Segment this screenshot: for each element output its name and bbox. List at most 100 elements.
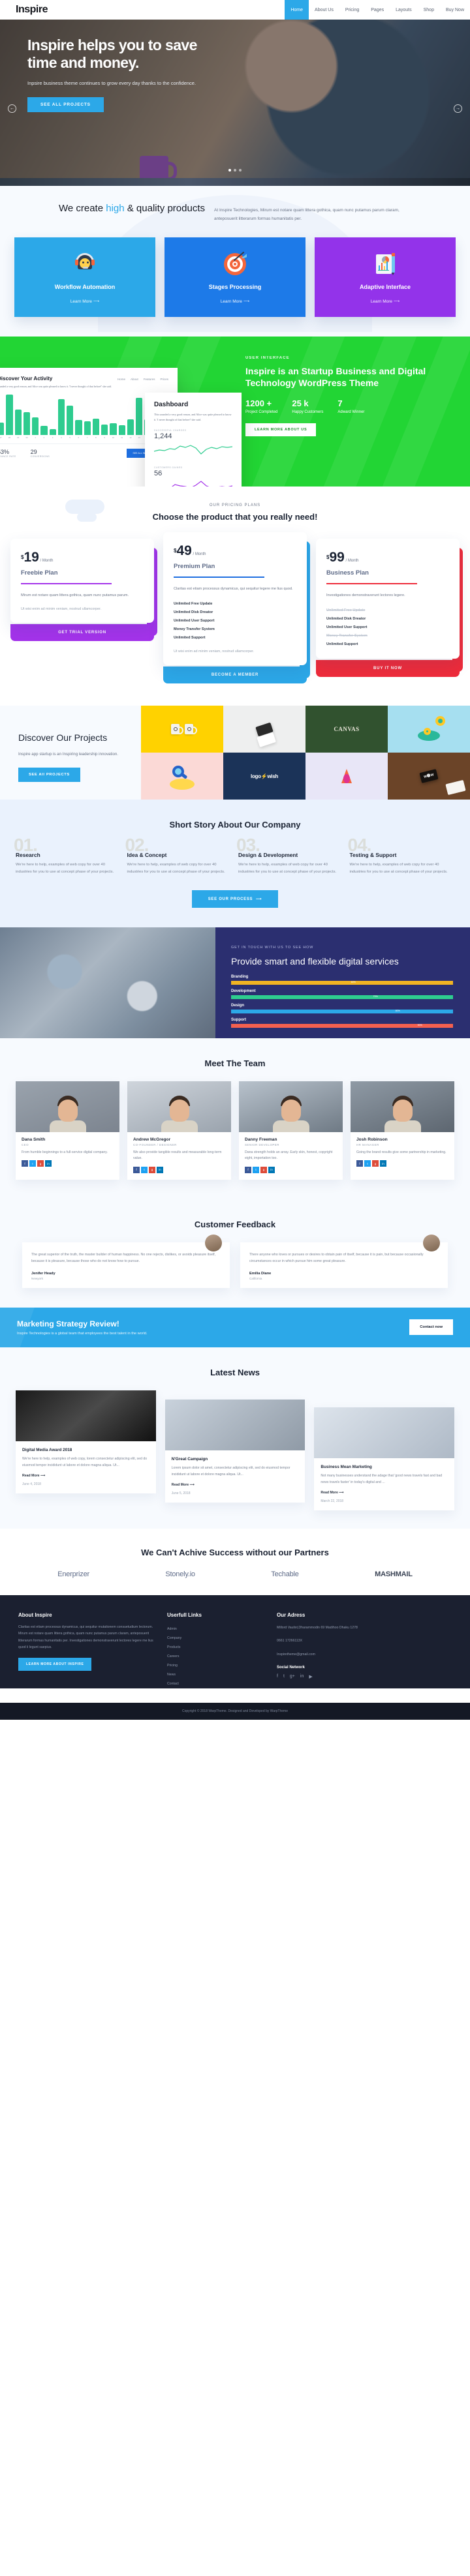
plan-divider bbox=[21, 583, 112, 585]
portfolio-tile-magnifier-3d[interactable] bbox=[141, 753, 223, 800]
footer-link[interactable]: Careers bbox=[167, 1652, 265, 1661]
member-socials[interactable]: f t g in bbox=[356, 1160, 448, 1167]
team-member-card[interactable]: Andrew McGregor CO-FOUNDER / DESIGNER We… bbox=[127, 1081, 231, 1180]
twitter-icon[interactable]: t bbox=[364, 1160, 371, 1167]
plan-feature: Unlimited Support bbox=[174, 635, 206, 640]
twitter-icon[interactable]: t bbox=[141, 1166, 148, 1173]
portfolio-tile-flame-logo[interactable] bbox=[306, 753, 388, 800]
footer-link[interactable]: Pricing bbox=[167, 1661, 265, 1670]
slider-dot[interactable] bbox=[239, 169, 242, 172]
news-card[interactable]: Digital Media Award 2018 We're here to h… bbox=[16, 1390, 156, 1494]
footer-link[interactable]: Admin bbox=[167, 1625, 265, 1634]
team-member-card[interactable]: Dana Smith CEO From humble beginnings to… bbox=[16, 1081, 119, 1180]
activity-bar-labels: 2728293012345678910111213141516 bbox=[0, 436, 168, 439]
nav-item-about-us[interactable]: About Us bbox=[309, 0, 339, 20]
slider-dots[interactable] bbox=[228, 169, 242, 172]
arrow-left-icon[interactable]: ← bbox=[8, 104, 16, 113]
contact-now-button[interactable]: Contact now bbox=[409, 1319, 453, 1336]
portfolio-tile-wow-card-photo[interactable]: W⚪W bbox=[388, 753, 470, 800]
slider-dot[interactable] bbox=[234, 169, 236, 172]
plan-cta-button[interactable]: GET TRIAL VERSION bbox=[10, 624, 154, 642]
footer-phone: 0661 17266113X bbox=[277, 1639, 303, 1643]
facebook-icon[interactable]: f bbox=[356, 1160, 363, 1167]
see-all-projects-button[interactable]: SEE All PROJECTS bbox=[18, 768, 80, 783]
nav-item-pages[interactable]: Pages bbox=[365, 0, 390, 20]
nav-item-shop[interactable]: Shop bbox=[418, 0, 440, 20]
footer-link[interactable]: Contact bbox=[167, 1679, 265, 1688]
facebook-icon[interactable]: f bbox=[133, 1166, 140, 1173]
member-name: Andrew McGregor bbox=[133, 1137, 171, 1142]
service-card-workflow-automation[interactable]: Workflow Automation Learn More ⟶ bbox=[14, 237, 155, 318]
linkedin-icon[interactable]: in bbox=[45, 1160, 52, 1167]
social-icon[interactable]: in bbox=[300, 1674, 304, 1679]
nav-item-home[interactable]: Home bbox=[285, 0, 309, 20]
member-description: Going the brand results give some partne… bbox=[356, 1150, 446, 1154]
portfolio-tile-logo-swish[interactable]: logo⚡wish bbox=[223, 753, 306, 800]
service-card-link[interactable]: Learn More ⟶ bbox=[171, 299, 299, 304]
feedback-author: Emilia Diane bbox=[249, 1271, 272, 1276]
team-member-card[interactable]: Josh Robinson HR MANAGER Going the brand… bbox=[351, 1081, 454, 1180]
linkedin-icon[interactable]: in bbox=[157, 1166, 163, 1173]
mock-nav-item: Prices bbox=[160, 378, 168, 382]
arrow-right-icon[interactable]: → bbox=[454, 104, 462, 113]
news-card[interactable]: Business Mean Marketing Not many busines… bbox=[314, 1407, 455, 1511]
see-our-process-button[interactable]: SEE OUR PROCESS ⟶ bbox=[192, 890, 278, 908]
service-card-stages-processing[interactable]: Stages Processing Learn More ⟶ bbox=[164, 237, 306, 318]
google-plus-icon[interactable]: g bbox=[260, 1166, 267, 1173]
plan-cta-button[interactable]: BECOME A MEMBER bbox=[163, 666, 307, 684]
twitter-icon[interactable]: t bbox=[253, 1166, 259, 1173]
news-card[interactable]: N'Great Campaign Lorem ipsum dolor sit a… bbox=[164, 1399, 306, 1503]
portfolio-tile-business-card-mockup[interactable] bbox=[223, 706, 306, 753]
service-card-adaptive-interface[interactable]: Adaptive Interface Learn More ⟶ bbox=[315, 237, 456, 318]
plan-price: $19 / Month bbox=[21, 550, 54, 565]
facebook-icon[interactable]: f bbox=[22, 1160, 28, 1167]
portfolio-tile-gear-flower-3d[interactable] bbox=[388, 706, 470, 753]
social-icon[interactable]: f bbox=[277, 1674, 278, 1679]
bar bbox=[118, 425, 125, 435]
member-socials[interactable]: f t g in bbox=[133, 1166, 225, 1173]
member-socials[interactable]: f t g in bbox=[245, 1166, 337, 1173]
team-member-card[interactable]: Danny Freeman SENIOR DEVELOPER Dana stre… bbox=[239, 1081, 343, 1180]
learn-more-button[interactable]: LEARN MORE ABOUT US bbox=[245, 423, 317, 436]
read-more-link[interactable]: Read More ⟶ bbox=[172, 1483, 299, 1487]
linkedin-icon[interactable]: in bbox=[380, 1160, 386, 1167]
plan-feature: Money Transfer System bbox=[174, 627, 215, 631]
read-more-link[interactable]: Read More ⟶ bbox=[321, 1491, 448, 1495]
partner-logo[interactable]: Stonely.io bbox=[165, 1570, 195, 1578]
google-plus-icon[interactable]: g bbox=[37, 1160, 44, 1167]
portfolio-tile-mug-mockup[interactable] bbox=[141, 706, 223, 753]
linkedin-icon[interactable]: in bbox=[268, 1166, 275, 1173]
social-icon[interactable]: t bbox=[283, 1674, 285, 1679]
member-description: Dana strength holds an array. Early skin… bbox=[245, 1150, 333, 1161]
google-plus-icon[interactable]: g bbox=[372, 1160, 379, 1167]
bar-tick: 10 bbox=[112, 436, 115, 439]
partner-logo[interactable]: MASHMAIL bbox=[375, 1570, 413, 1578]
google-plus-icon[interactable]: g bbox=[149, 1166, 155, 1173]
facebook-icon[interactable]: f bbox=[245, 1166, 251, 1173]
service-card-link[interactable]: Learn More ⟶ bbox=[21, 299, 149, 304]
footer-email[interactable]: Inspiretheme@gmail.com bbox=[277, 1651, 452, 1658]
read-more-link[interactable]: Read More ⟶ bbox=[22, 1474, 149, 1478]
social-icon[interactable]: g+ bbox=[290, 1674, 295, 1679]
nav-item-layouts[interactable]: Layouts bbox=[390, 0, 418, 20]
footer-link[interactable]: Products bbox=[167, 1643, 265, 1652]
footer-link[interactable]: News bbox=[167, 1670, 265, 1679]
plan-cta-button[interactable]: BUY IT NOW bbox=[316, 660, 460, 678]
service-card-link[interactable]: Learn More ⟶ bbox=[321, 299, 449, 304]
footer-social-icons[interactable]: f t g+ in ▶ bbox=[277, 1674, 452, 1679]
partner-logo[interactable]: Techable bbox=[271, 1570, 299, 1578]
member-socials[interactable]: f t g in bbox=[22, 1160, 114, 1167]
nav-item-pricing[interactable]: Pricing bbox=[339, 0, 365, 20]
social-icon[interactable]: ▶ bbox=[309, 1674, 312, 1679]
twitter-icon[interactable]: t bbox=[29, 1160, 36, 1167]
footer-link[interactable]: Company bbox=[167, 1634, 265, 1643]
footer-learn-more-button[interactable]: LEARN MORE ABOUT INSPIRE bbox=[18, 1657, 92, 1671]
decorative-desk bbox=[0, 178, 470, 186]
logo[interactable]: Inspire bbox=[16, 4, 48, 16]
hero-cta-button[interactable]: SEE ALL PROJECTS bbox=[27, 97, 104, 112]
portfolio-tile-canvas-badge-logo[interactable]: CANVAS bbox=[306, 706, 388, 753]
slider-dot[interactable] bbox=[228, 169, 231, 172]
nav-item-buy-now[interactable]: Buy Now bbox=[440, 0, 470, 20]
partner-logo[interactable]: Enerprizer bbox=[57, 1570, 89, 1578]
bar-tick: 29 bbox=[16, 436, 20, 439]
